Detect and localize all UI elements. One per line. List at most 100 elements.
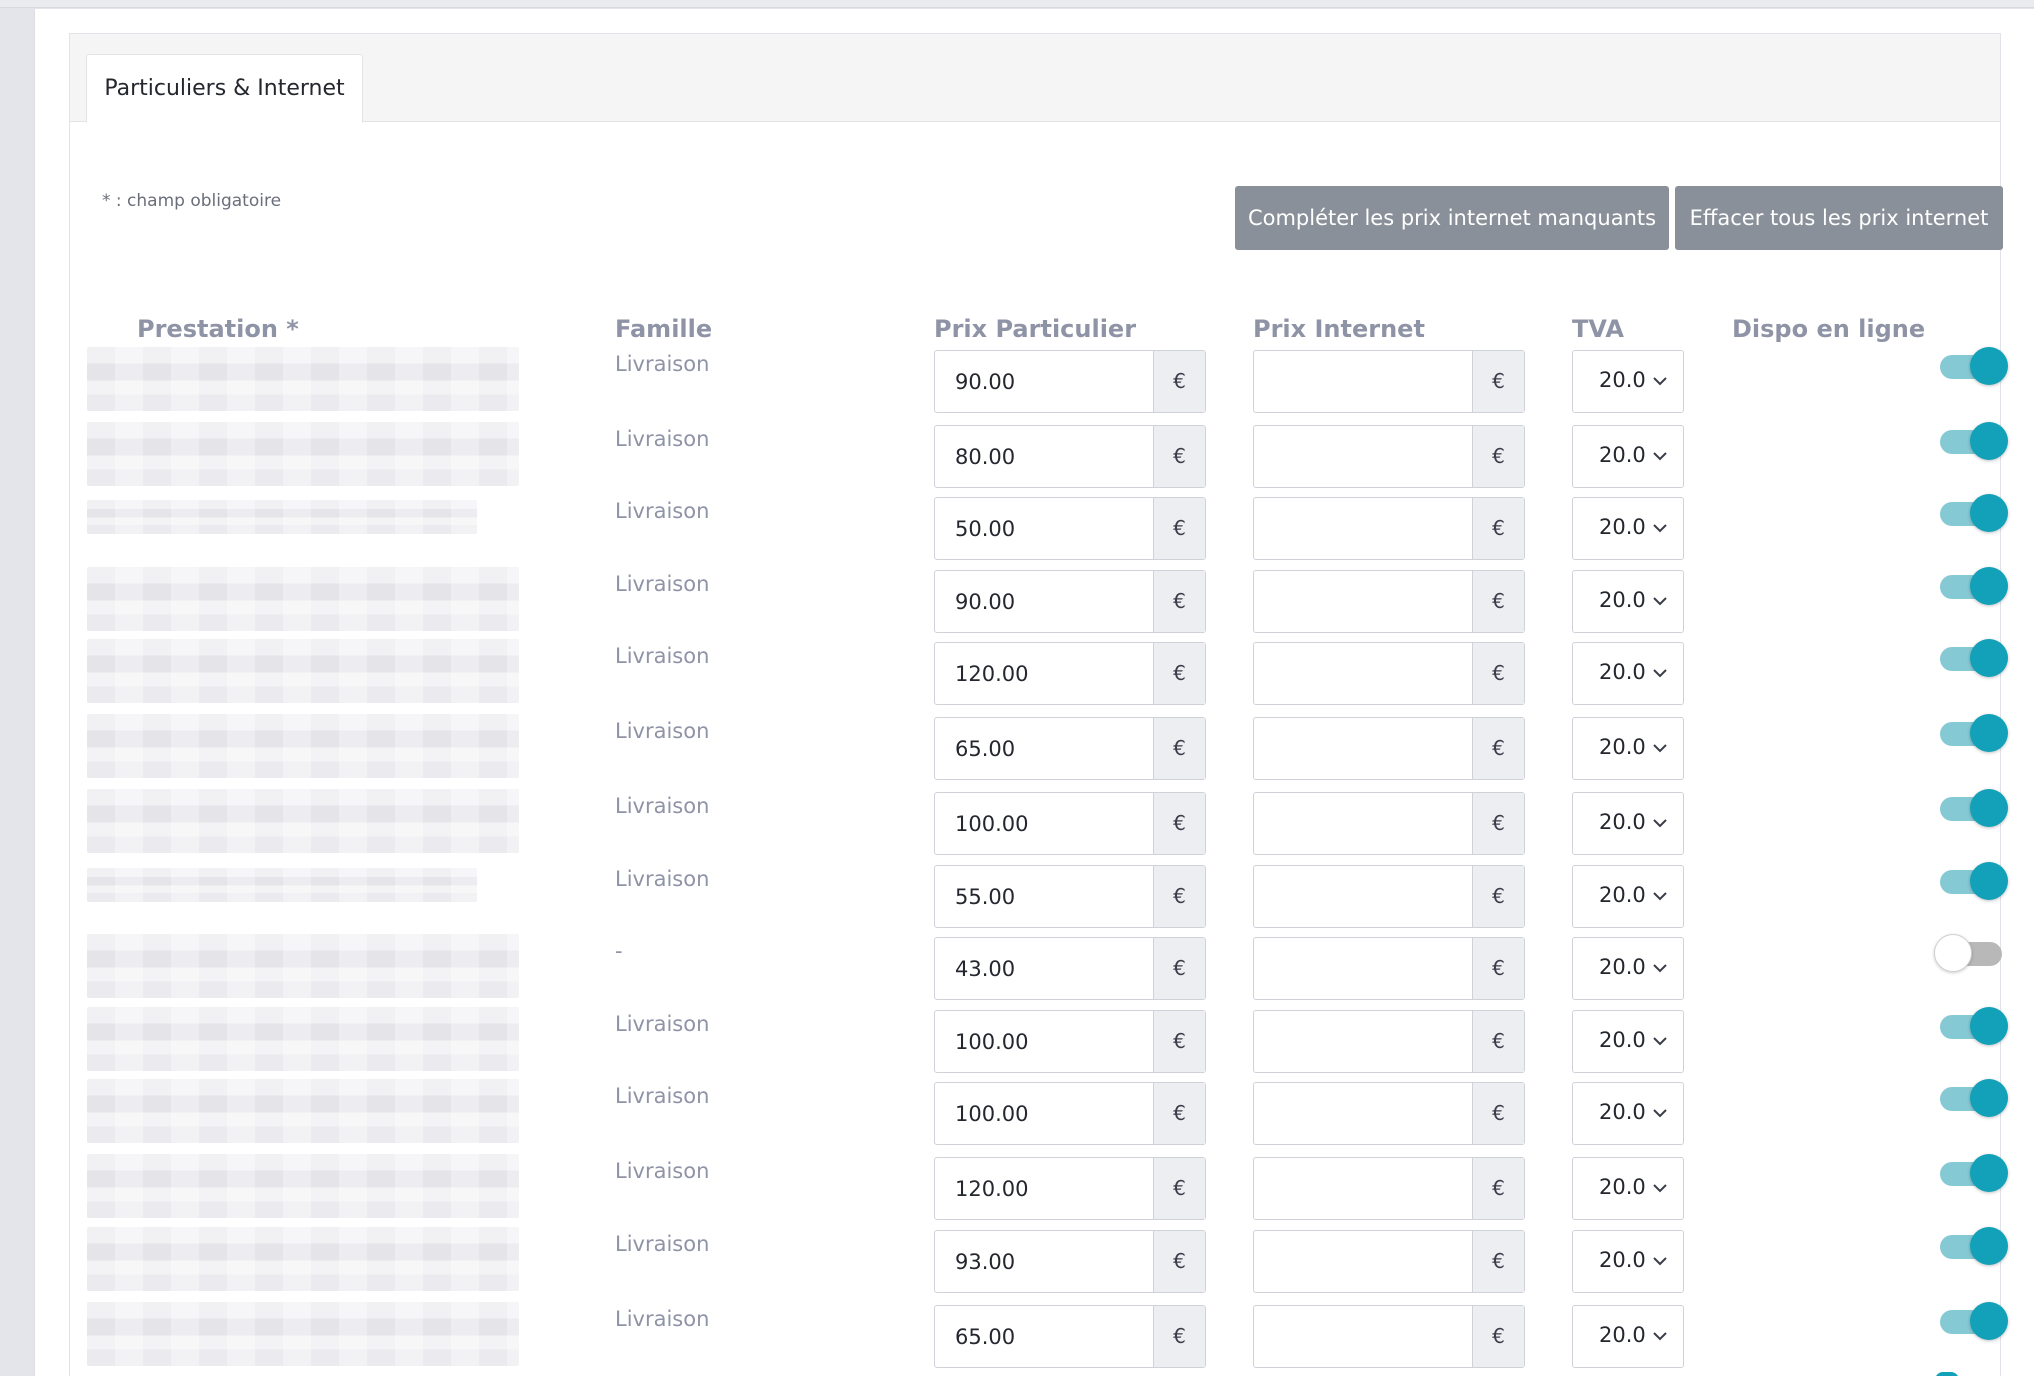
dispo-en-ligne-toggle[interactable] (1940, 1077, 2010, 1117)
tab-particuliers-internet[interactable]: Particuliers & Internet (86, 54, 363, 123)
table-row: Livraison € €20.0 (70, 639, 2008, 713)
famille-label: Livraison (615, 1159, 710, 1183)
prestation-name-redacted (87, 868, 477, 902)
toggle-knob (1970, 347, 2008, 385)
dispo-en-ligne-toggle[interactable] (1940, 1152, 2010, 1192)
chevron-down-icon (1653, 819, 1667, 828)
prix-internet-input[interactable] (1254, 426, 1472, 487)
tva-select[interactable]: 20.0 (1572, 350, 1684, 413)
tva-select-value: 20.0 (1599, 1100, 1646, 1124)
toggle-knob (1970, 714, 2008, 752)
prix-particulier-input[interactable] (935, 643, 1153, 704)
chevron-down-icon (1653, 964, 1667, 973)
tva-select-value: 20.0 (1599, 660, 1646, 684)
toggle-knob (1970, 494, 2008, 532)
dispo-en-ligne-toggle[interactable] (1940, 787, 2010, 827)
prix-particulier-input[interactable] (935, 1011, 1153, 1072)
tva-select-value: 20.0 (1599, 883, 1646, 907)
prix-particulier-input[interactable] (935, 866, 1153, 927)
prix-particulier-input[interactable] (935, 1158, 1153, 1219)
chevron-down-icon (1653, 452, 1667, 461)
dispo-en-ligne-toggle[interactable] (1940, 565, 2010, 605)
prix-internet-group: € (1253, 865, 1525, 928)
prestation-name-redacted (87, 1302, 519, 1366)
prix-particulier-group: € (934, 642, 1206, 705)
tva-select[interactable]: 20.0 (1572, 425, 1684, 488)
prix-internet-input[interactable] (1254, 1083, 1472, 1144)
prix-particulier-input[interactable] (935, 426, 1153, 487)
prix-particulier-group: € (934, 865, 1206, 928)
prix-internet-group: € (1253, 425, 1525, 488)
chevron-down-icon (1653, 597, 1667, 606)
tva-select[interactable]: 20.0 (1572, 570, 1684, 633)
toggle-knob (1970, 1302, 2008, 1340)
toggle-knob (1970, 862, 2008, 900)
dispo-en-ligne-toggle[interactable] (1940, 1300, 2010, 1340)
prix-particulier-input[interactable] (935, 793, 1153, 854)
prix-internet-input[interactable] (1254, 1306, 1472, 1367)
fill-missing-internet-prices-button[interactable]: Compléter les prix internet manquants (1235, 186, 1669, 250)
prix-internet-input[interactable] (1254, 718, 1472, 779)
tva-select[interactable]: 20.0 (1572, 717, 1684, 780)
chevron-down-icon (1653, 524, 1667, 533)
tva-select[interactable]: 20.0 (1572, 1230, 1684, 1293)
toggle-knob (1970, 567, 2008, 605)
prix-internet-input[interactable] (1254, 793, 1472, 854)
tva-select[interactable]: 20.0 (1572, 1157, 1684, 1220)
dispo-en-ligne-toggle[interactable] (1940, 492, 2010, 532)
prix-particulier-input[interactable] (935, 571, 1153, 632)
tva-select-value: 20.0 (1599, 1175, 1646, 1199)
prix-particulier-group: € (934, 1305, 1206, 1368)
tva-select[interactable]: 20.0 (1572, 1082, 1684, 1145)
dispo-en-ligne-toggle[interactable] (1934, 932, 2010, 972)
dispo-en-ligne-toggle[interactable] (1940, 1225, 2010, 1265)
prestation-name-redacted (87, 500, 477, 534)
prix-internet-input[interactable] (1254, 938, 1472, 999)
toggle-knob (1934, 934, 1972, 972)
tva-select[interactable]: 20.0 (1572, 865, 1684, 928)
prix-internet-input[interactable] (1254, 1011, 1472, 1072)
table-row: Livraison € €20.0 (70, 1302, 2008, 1376)
prix-internet-input[interactable] (1254, 1158, 1472, 1219)
prix-internet-group: € (1253, 570, 1525, 633)
prix-internet-input[interactable] (1254, 498, 1472, 559)
euro-addon: € (1153, 1231, 1205, 1292)
prix-internet-input[interactable] (1254, 866, 1472, 927)
dispo-en-ligne-toggle[interactable] (1940, 712, 2010, 752)
tva-select[interactable]: 20.0 (1572, 1010, 1684, 1073)
tva-select[interactable]: 20.0 (1572, 497, 1684, 560)
prix-particulier-input[interactable] (935, 718, 1153, 779)
prix-particulier-input[interactable] (935, 938, 1153, 999)
prix-particulier-group: € (934, 1082, 1206, 1145)
tva-select[interactable]: 20.0 (1572, 937, 1684, 1000)
table-row: Livraison € €20.0 (70, 1007, 2008, 1081)
prix-internet-input[interactable] (1254, 571, 1472, 632)
tva-select[interactable]: 20.0 (1572, 792, 1684, 855)
chevron-down-icon (1653, 892, 1667, 901)
chevron-down-icon (1653, 1037, 1667, 1046)
famille-label: Livraison (615, 352, 710, 376)
prestation-name-redacted (87, 347, 519, 411)
chevron-down-icon (1653, 1332, 1667, 1341)
famille-label: Livraison (615, 1084, 710, 1108)
prix-internet-input[interactable] (1254, 1231, 1472, 1292)
dispo-en-ligne-toggle[interactable] (1940, 637, 2010, 677)
dispo-en-ligne-toggle[interactable] (1940, 860, 2010, 900)
euro-addon: € (1472, 426, 1524, 487)
euro-addon: € (1153, 498, 1205, 559)
prix-particulier-input[interactable] (935, 1306, 1153, 1367)
prix-particulier-input[interactable] (935, 1083, 1153, 1144)
prix-particulier-input[interactable] (935, 351, 1153, 412)
euro-addon: € (1153, 718, 1205, 779)
dispo-en-ligne-toggle[interactable] (1940, 420, 2010, 460)
dispo-en-ligne-toggle[interactable] (1940, 345, 2010, 385)
prix-internet-input[interactable] (1254, 643, 1472, 704)
prix-particulier-input[interactable] (935, 498, 1153, 559)
tva-select[interactable]: 20.0 (1572, 1305, 1684, 1368)
dispo-en-ligne-toggle[interactable] (1940, 1005, 2010, 1045)
prix-internet-input[interactable] (1254, 351, 1472, 412)
prix-particulier-input[interactable] (935, 1231, 1153, 1292)
euro-addon: € (1472, 718, 1524, 779)
clear-all-internet-prices-button[interactable]: Effacer tous les prix internet (1675, 186, 2003, 250)
tva-select[interactable]: 20.0 (1572, 642, 1684, 705)
